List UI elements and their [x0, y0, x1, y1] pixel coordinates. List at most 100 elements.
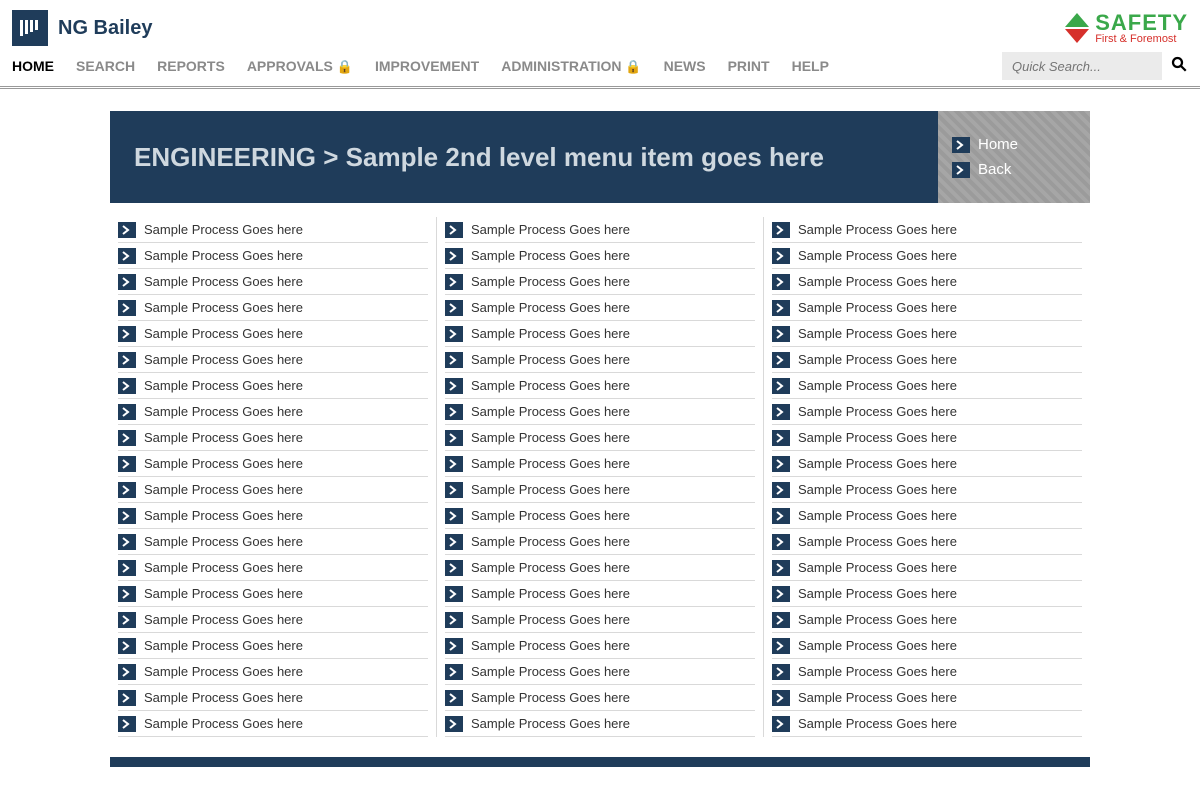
nav-item-home[interactable]: HOME [12, 58, 54, 75]
process-item[interactable]: Sample Process Goes here [772, 269, 1082, 295]
process-column: Sample Process Goes hereSample Process G… [763, 217, 1090, 737]
process-item[interactable]: Sample Process Goes here [445, 659, 755, 685]
process-item[interactable]: Sample Process Goes here [118, 685, 428, 711]
nav-item-approvals[interactable]: APPROVALS 🔒 [247, 58, 353, 75]
process-item[interactable]: Sample Process Goes here [772, 399, 1082, 425]
process-item-label: Sample Process Goes here [471, 586, 630, 601]
process-item[interactable]: Sample Process Goes here [772, 295, 1082, 321]
process-item[interactable]: Sample Process Goes here [772, 685, 1082, 711]
process-item[interactable]: Sample Process Goes here [445, 399, 755, 425]
process-item[interactable]: Sample Process Goes here [772, 633, 1082, 659]
chevron-right-icon [118, 612, 136, 628]
process-item[interactable]: Sample Process Goes here [772, 529, 1082, 555]
chevron-right-icon [445, 222, 463, 238]
process-item[interactable]: Sample Process Goes here [772, 243, 1082, 269]
process-item[interactable]: Sample Process Goes here [445, 347, 755, 373]
brand-logo[interactable]: NG Bailey [12, 10, 152, 46]
process-item[interactable]: Sample Process Goes here [118, 451, 428, 477]
process-item[interactable]: Sample Process Goes here [118, 295, 428, 321]
process-item[interactable]: Sample Process Goes here [445, 451, 755, 477]
process-item-label: Sample Process Goes here [144, 300, 303, 315]
chevron-right-icon [445, 534, 463, 550]
process-item[interactable]: Sample Process Goes here [772, 477, 1082, 503]
process-item-label: Sample Process Goes here [144, 534, 303, 549]
nav-item-help[interactable]: HELP [792, 58, 829, 75]
process-item[interactable]: Sample Process Goes here [445, 555, 755, 581]
process-item[interactable]: Sample Process Goes here [118, 243, 428, 269]
process-item-label: Sample Process Goes here [471, 638, 630, 653]
process-item[interactable]: Sample Process Goes here [445, 321, 755, 347]
process-item[interactable]: Sample Process Goes here [445, 295, 755, 321]
process-item[interactable]: Sample Process Goes here [445, 373, 755, 399]
process-item-label: Sample Process Goes here [798, 612, 957, 627]
process-item[interactable]: Sample Process Goes here [118, 399, 428, 425]
process-item[interactable]: Sample Process Goes here [118, 633, 428, 659]
process-item[interactable]: Sample Process Goes here [772, 321, 1082, 347]
chevron-right-icon [772, 274, 790, 290]
process-item[interactable]: Sample Process Goes here [445, 477, 755, 503]
process-item-label: Sample Process Goes here [798, 508, 957, 523]
chevron-right-icon [772, 326, 790, 342]
process-item[interactable]: Sample Process Goes here [445, 269, 755, 295]
home-link[interactable]: Home [952, 136, 1090, 153]
process-item[interactable]: Sample Process Goes here [118, 711, 428, 737]
safety-title: SAFETY [1095, 12, 1188, 34]
process-item[interactable]: Sample Process Goes here [772, 581, 1082, 607]
process-item-label: Sample Process Goes here [471, 378, 630, 393]
chevron-right-icon [445, 274, 463, 290]
process-item[interactable]: Sample Process Goes here [118, 581, 428, 607]
process-item[interactable]: Sample Process Goes here [445, 529, 755, 555]
process-item-label: Sample Process Goes here [471, 248, 630, 263]
process-item[interactable]: Sample Process Goes here [445, 425, 755, 451]
process-item[interactable]: Sample Process Goes here [118, 217, 428, 243]
nav-item-reports[interactable]: REPORTS [157, 58, 225, 75]
search-input[interactable] [1002, 52, 1162, 80]
process-item[interactable]: Sample Process Goes here [118, 529, 428, 555]
process-item-label: Sample Process Goes here [798, 378, 957, 393]
process-item-label: Sample Process Goes here [798, 716, 957, 731]
process-item[interactable]: Sample Process Goes here [118, 477, 428, 503]
process-item[interactable]: Sample Process Goes here [118, 659, 428, 685]
chevron-right-icon [772, 690, 790, 706]
process-item[interactable]: Sample Process Goes here [445, 607, 755, 633]
process-item[interactable]: Sample Process Goes here [445, 217, 755, 243]
back-link[interactable]: Back [952, 161, 1090, 178]
process-item[interactable]: Sample Process Goes here [118, 269, 428, 295]
process-item[interactable]: Sample Process Goes here [772, 451, 1082, 477]
chevron-right-icon [772, 456, 790, 472]
process-item[interactable]: Sample Process Goes here [772, 503, 1082, 529]
chevron-right-icon [445, 404, 463, 420]
process-item[interactable]: Sample Process Goes here [772, 217, 1082, 243]
process-item[interactable]: Sample Process Goes here [772, 711, 1082, 737]
process-item-label: Sample Process Goes here [798, 248, 957, 263]
chevron-right-icon [772, 664, 790, 680]
search-icon[interactable] [1170, 55, 1188, 78]
process-item[interactable]: Sample Process Goes here [445, 685, 755, 711]
process-item[interactable]: Sample Process Goes here [118, 555, 428, 581]
process-item[interactable]: Sample Process Goes here [118, 425, 428, 451]
nav-item-administration[interactable]: ADMINISTRATION 🔒 [501, 58, 641, 75]
process-item[interactable]: Sample Process Goes here [772, 373, 1082, 399]
process-item[interactable]: Sample Process Goes here [445, 581, 755, 607]
process-item[interactable]: Sample Process Goes here [772, 347, 1082, 373]
process-item[interactable]: Sample Process Goes here [445, 243, 755, 269]
process-item[interactable]: Sample Process Goes here [118, 503, 428, 529]
process-item[interactable]: Sample Process Goes here [772, 555, 1082, 581]
process-item[interactable]: Sample Process Goes here [445, 503, 755, 529]
process-item[interactable]: Sample Process Goes here [118, 373, 428, 399]
process-item[interactable]: Sample Process Goes here [772, 659, 1082, 685]
process-item[interactable]: Sample Process Goes here [772, 607, 1082, 633]
process-item[interactable]: Sample Process Goes here [772, 425, 1082, 451]
process-item-label: Sample Process Goes here [471, 482, 630, 497]
process-item-label: Sample Process Goes here [144, 638, 303, 653]
nav-item-search[interactable]: SEARCH [76, 58, 135, 75]
nav-item-print[interactable]: PRINT [728, 58, 770, 75]
process-item[interactable]: Sample Process Goes here [445, 711, 755, 737]
nav-item-improvement[interactable]: IMPROVEMENT [375, 58, 479, 75]
nav-item-news[interactable]: NEWS [664, 58, 706, 75]
process-item[interactable]: Sample Process Goes here [118, 607, 428, 633]
process-item[interactable]: Sample Process Goes here [445, 633, 755, 659]
chevron-right-icon [772, 508, 790, 524]
process-item[interactable]: Sample Process Goes here [118, 347, 428, 373]
process-item[interactable]: Sample Process Goes here [118, 321, 428, 347]
